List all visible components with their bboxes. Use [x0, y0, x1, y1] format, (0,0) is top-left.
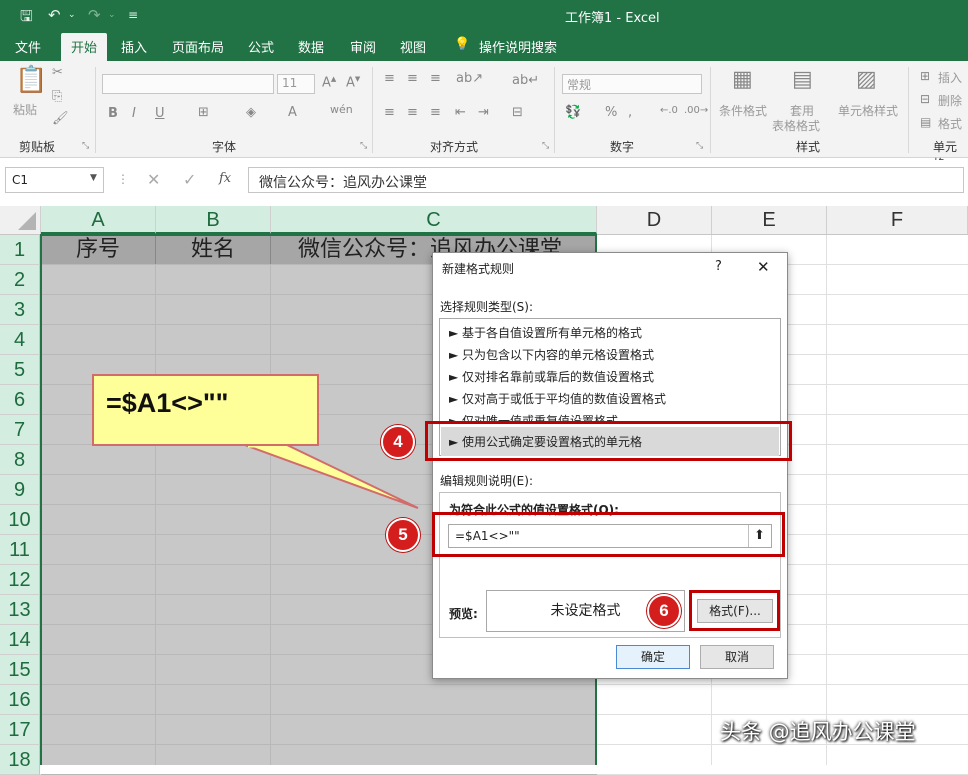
cancel-button[interactable]: 取消 [700, 645, 774, 669]
watermark: 头条 @追风办公课堂 [720, 720, 916, 744]
step-badge-4: 4 [381, 425, 415, 459]
ok-button[interactable]: 确定 [616, 645, 690, 669]
step-badge-6: 6 [647, 594, 681, 628]
rule-type-item[interactable]: ► 仅对排名靠前或靠后的数值设置格式 [449, 368, 654, 385]
rule-type-item[interactable]: ► 基于各自值设置所有单元格的格式 [449, 324, 642, 341]
highlight-box-formula [432, 512, 785, 557]
highlight-box-format-button [689, 590, 780, 631]
select-rule-type-label: 选择规则类型(S): [440, 300, 534, 314]
preview-label: 预览: [449, 607, 478, 621]
highlight-box-rule-type [425, 421, 792, 461]
edit-rule-label: 编辑规则说明(E): [440, 474, 533, 488]
help-button[interactable]: ? [715, 259, 722, 274]
rule-type-item[interactable]: ► 仅对高于或低于平均值的数值设置格式 [449, 390, 666, 407]
rule-type-item[interactable]: ► 只为包含以下内容的单元格设置格式 [449, 346, 654, 363]
dialog-title: 新建格式规则 [442, 262, 515, 276]
formula-callout: =$A1<>"" [92, 374, 319, 446]
step-badge-5: 5 [386, 518, 420, 552]
close-button[interactable]: ✕ [757, 258, 770, 276]
